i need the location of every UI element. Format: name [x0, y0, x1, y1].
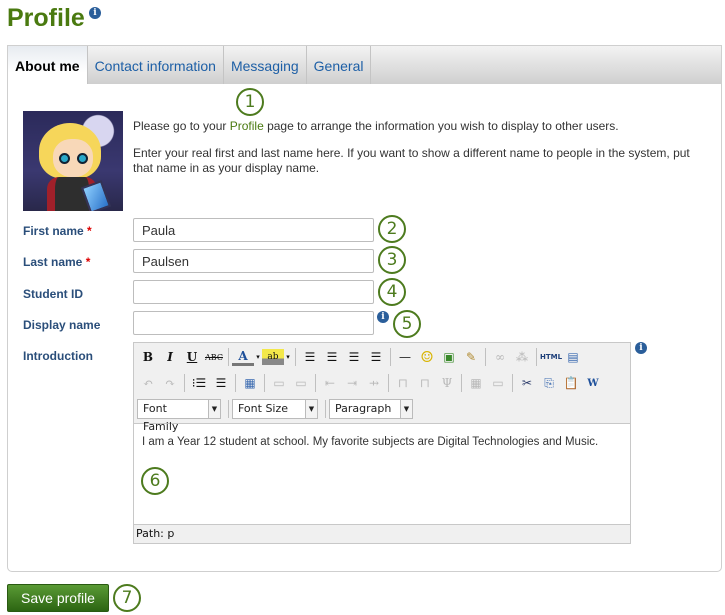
font-family-select[interactable]: Font Family ▼: [137, 399, 221, 433]
toolbar-row-2: ↶ ↷ ⁝☰ ☰ ▦ ▭ ▭ ⇤ ⇥ ⇸ ⊓ ⊓ Ψ ▦ ▭ ✂ ⎘ 📋 W: [137, 371, 604, 395]
chevron-down-icon[interactable]: ▾: [254, 347, 262, 367]
image-icon[interactable]: ▣: [438, 347, 460, 367]
insert-row-after-icon[interactable]: ⇥: [341, 373, 363, 393]
intro-line-2: Enter your real first and last name here…: [133, 146, 690, 160]
tab-messaging[interactable]: Messaging: [224, 46, 307, 84]
font-size-select[interactable]: Font Size ▼: [232, 399, 318, 419]
delete-col-icon[interactable]: Ψ: [436, 373, 458, 393]
introduction-label: Introduction: [23, 349, 93, 363]
first-name-label: First name *: [23, 224, 92, 238]
merge-cells-icon[interactable]: ▭: [487, 373, 509, 393]
horizontal-rule-icon[interactable]: —: [394, 347, 416, 367]
page-title: Profile: [7, 4, 85, 32]
last-name-label: Last name *: [23, 255, 91, 269]
required-mark: *: [87, 224, 92, 238]
align-center-icon[interactable]: ☰: [321, 347, 343, 367]
row-props-icon[interactable]: ▭: [268, 373, 290, 393]
student-id-label: Student ID: [23, 287, 83, 301]
info-icon[interactable]: i: [377, 311, 389, 323]
intro-text-after: page to arrange the information you wish…: [263, 119, 619, 133]
toolbar-row-1: B I U ABC A ▾ ab ▾ ☰ ☰ ☰ ☰ — ☺ ▣ ✎ ∞ ⁂ H…: [137, 345, 584, 369]
rich-text-editor: B I U ABC A ▾ ab ▾ ☰ ☰ ☰ ☰ — ☺ ▣ ✎ ∞ ⁂ H…: [133, 342, 631, 544]
align-justify-icon[interactable]: ☰: [365, 347, 387, 367]
bold-icon[interactable]: B: [137, 347, 159, 367]
intro-text-before: Please go to your: [133, 119, 230, 133]
cleanup-icon[interactable]: ✎: [460, 347, 482, 367]
cell-props-icon[interactable]: ▭: [290, 373, 312, 393]
avatar: [23, 111, 123, 211]
last-name-input[interactable]: [133, 249, 374, 273]
display-name-label: Display name: [23, 318, 101, 332]
delete-row-icon[interactable]: ⇸: [363, 373, 385, 393]
redo-icon[interactable]: ↷: [159, 373, 181, 393]
tab-general[interactable]: General: [307, 46, 372, 84]
cut-icon[interactable]: ✂: [516, 373, 538, 393]
align-right-icon[interactable]: ☰: [343, 347, 365, 367]
fullscreen-icon[interactable]: ▤: [562, 347, 584, 367]
callout-4: 4: [378, 278, 406, 306]
paste-word-icon[interactable]: W: [582, 373, 604, 393]
insert-col-after-icon[interactable]: ⊓: [414, 373, 436, 393]
callout-3: 3: [378, 246, 406, 274]
student-id-input[interactable]: [133, 280, 374, 304]
callout-2: 2: [378, 215, 406, 243]
first-name-input[interactable]: [133, 218, 374, 242]
tab-about-me[interactable]: About me: [8, 46, 88, 84]
intro-line-3: that name in as your display name.: [133, 161, 320, 175]
callout-7: 7: [113, 584, 141, 612]
required-mark: *: [85, 255, 91, 269]
callout-1: 1: [236, 88, 264, 116]
display-name-input[interactable]: [133, 311, 374, 335]
chevron-down-icon: ▼: [208, 400, 220, 418]
link-icon[interactable]: ∞: [489, 347, 511, 367]
editor-path: Path: p: [134, 524, 630, 543]
underline-icon[interactable]: U: [181, 347, 203, 367]
callout-6: 6: [141, 467, 169, 495]
align-left-icon[interactable]: ☰: [299, 347, 321, 367]
info-icon[interactable]: i: [635, 342, 647, 354]
copy-icon[interactable]: ⎘: [538, 373, 560, 393]
chevron-down-icon: ▼: [305, 400, 317, 418]
unlink-icon[interactable]: ⁂: [511, 347, 533, 367]
editor-toolbar: B I U ABC A ▾ ab ▾ ☰ ☰ ☰ ☰ — ☺ ▣ ✎ ∞ ⁂ H…: [134, 343, 630, 433]
tab-bar: About me Contact information Messaging G…: [8, 46, 721, 84]
callout-5: 5: [393, 310, 421, 338]
intro-line-1: Please go to your Profile page to arrang…: [133, 119, 619, 133]
save-profile-button[interactable]: Save profile: [7, 584, 109, 612]
italic-icon[interactable]: I: [159, 347, 181, 367]
insert-col-before-icon[interactable]: ⊓: [392, 373, 414, 393]
profile-link[interactable]: Profile: [230, 119, 264, 133]
split-cells-icon[interactable]: ▦: [465, 373, 487, 393]
tab-contact-information[interactable]: Contact information: [88, 46, 224, 84]
chevron-down-icon[interactable]: ▾: [284, 347, 292, 367]
editor-content[interactable]: I am a Year 12 student at school. My fav…: [134, 424, 630, 525]
strikethrough-icon[interactable]: ABC: [203, 347, 225, 367]
paste-icon[interactable]: 📋: [560, 373, 582, 393]
toolbar-row-3: Font Family ▼ Font Size ▼ Paragraph ▼: [137, 397, 417, 433]
bullet-list-icon[interactable]: ⁝☰: [188, 373, 210, 393]
info-icon[interactable]: i: [89, 7, 101, 19]
insert-row-before-icon[interactable]: ⇤: [319, 373, 341, 393]
numbered-list-icon[interactable]: ☰: [210, 373, 232, 393]
font-color-icon[interactable]: A: [232, 348, 254, 366]
emoticon-icon[interactable]: ☺: [416, 347, 438, 367]
undo-icon[interactable]: ↶: [137, 373, 159, 393]
format-select[interactable]: Paragraph ▼: [329, 399, 413, 419]
highlight-color-icon[interactable]: ab: [262, 349, 284, 365]
table-icon[interactable]: ▦: [239, 373, 261, 393]
html-source-icon[interactable]: HTML: [540, 347, 562, 367]
chevron-down-icon: ▼: [400, 400, 412, 418]
